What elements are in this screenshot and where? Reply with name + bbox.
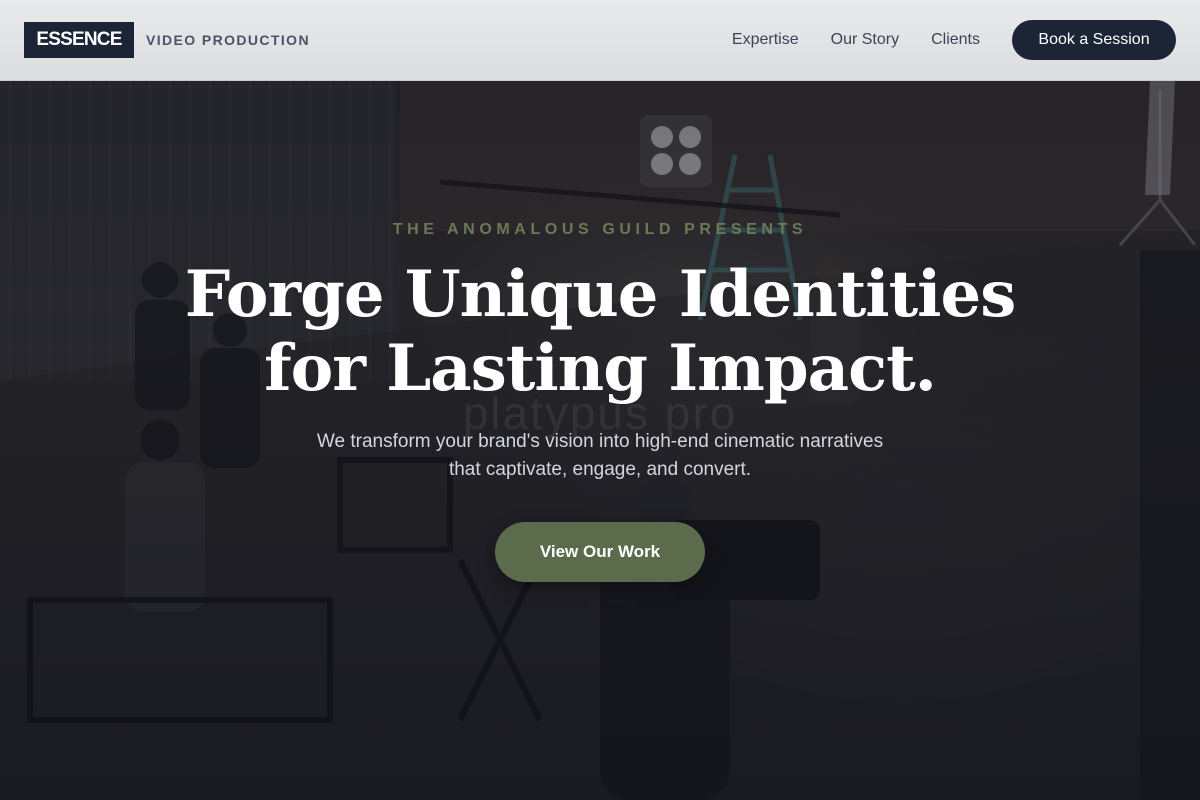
hero-section: THE ANOMALOUS GUILD PRESENTS Forge Uniqu… <box>0 0 1200 800</box>
hero-subheading-line-2: that captivate, engage, and convert. <box>448 459 752 480</box>
hero-headline: Forge Unique Identities for Lasting Impa… <box>150 258 1050 406</box>
view-our-work-button[interactable]: View Our Work <box>495 522 705 582</box>
hero-subheading-line-1: We transform your brand's vision into hi… <box>316 431 884 452</box>
hero-subheading: We transform your brand's vision into hi… <box>270 428 930 484</box>
hero-eyebrow: THE ANOMALOUS GUILD PRESENTS <box>392 221 808 238</box>
hero-headline-line-1: Forge Unique Identities <box>184 257 1016 332</box>
